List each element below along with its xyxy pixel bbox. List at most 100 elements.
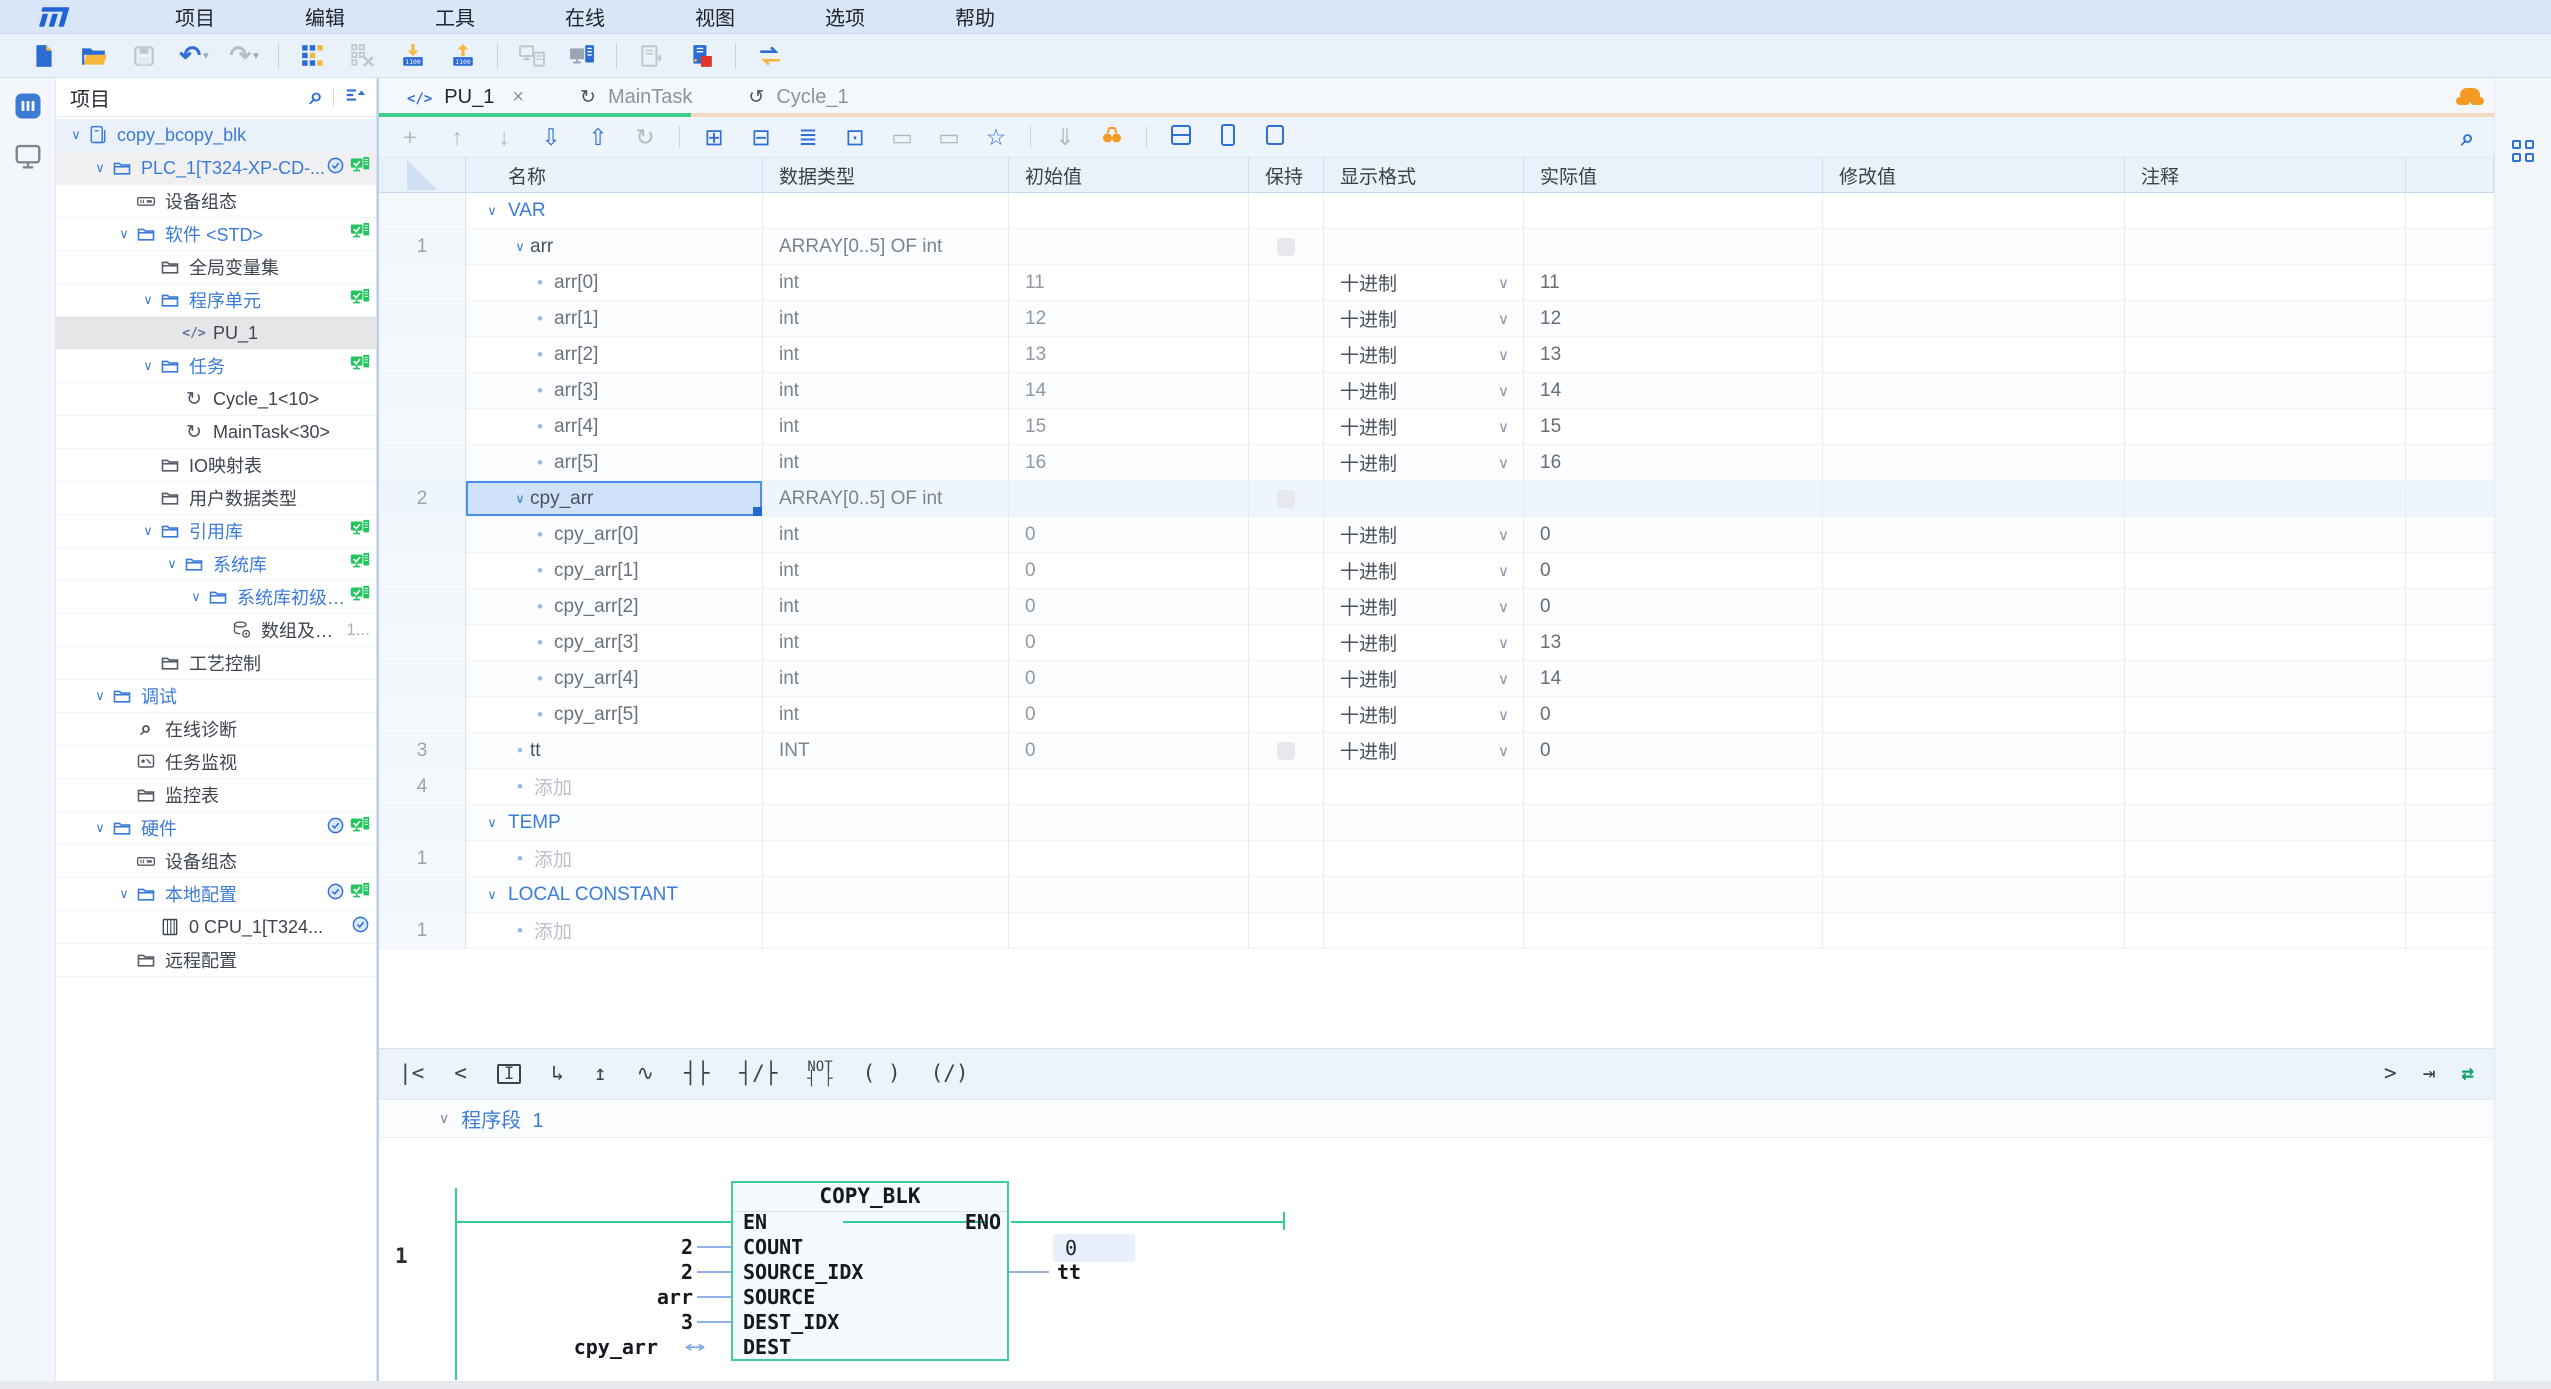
name-cell[interactable]: ∨VAR xyxy=(466,193,763,229)
new-file-icon[interactable] xyxy=(28,40,60,72)
chevron-down-icon[interactable]: ∨ xyxy=(162,556,182,572)
modify-value-cell[interactable] xyxy=(1823,373,2125,409)
name-cell[interactable]: •添加 xyxy=(466,913,763,949)
batch-edit-icon[interactable]: ≣ xyxy=(795,126,821,149)
format-dropdown[interactable]: 十进制∨ xyxy=(1340,593,1523,620)
retain-checkbox[interactable] xyxy=(1277,238,1295,256)
actual-value-cell[interactable]: 12 xyxy=(1524,301,1823,337)
display-format-cell[interactable] xyxy=(1324,841,1524,877)
name-cell[interactable]: •arr[4] xyxy=(466,409,763,445)
display-format-cell[interactable] xyxy=(1324,229,1524,265)
pin-ENO[interactable]: ENO xyxy=(731,1210,1001,1234)
datatype-cell[interactable] xyxy=(763,913,1009,949)
initial-value-cell[interactable]: 11 xyxy=(1009,265,1249,301)
initial-value-cell[interactable] xyxy=(1009,877,1249,913)
format-dropdown[interactable]: 十进制∨ xyxy=(1340,269,1523,296)
operand-DEST_IDX[interactable]: 3 xyxy=(489,1310,693,1334)
insert-block-icon[interactable]: I xyxy=(497,1064,521,1084)
chevron-down-icon[interactable]: ∨ xyxy=(1498,418,1509,436)
initial-value-cell[interactable] xyxy=(1009,913,1249,949)
online-monitor-icon[interactable] xyxy=(566,40,598,72)
device-monitor-icon[interactable] xyxy=(12,140,44,172)
import-file-icon[interactable]: ⇓ xyxy=(1052,126,1078,149)
name-cell[interactable]: •cpy_arr[4] xyxy=(466,661,763,697)
display-format-cell[interactable] xyxy=(1324,193,1524,229)
display-format-cell[interactable]: 十进制∨ xyxy=(1324,409,1524,445)
datatype-cell[interactable] xyxy=(763,193,1009,229)
format-dropdown[interactable]: 十进制∨ xyxy=(1340,701,1523,728)
open-project-icon[interactable] xyxy=(78,40,110,72)
clean-compile-icon[interactable] xyxy=(347,40,379,72)
branch-down-icon[interactable]: ↳ xyxy=(551,1065,564,1083)
contact-not-icon[interactable]: NOT ┤ ├ xyxy=(807,1062,832,1086)
tree-item-任务监视[interactable]: 任务监视 xyxy=(56,746,376,779)
add-variable-icon[interactable]: + xyxy=(397,126,423,149)
comment-cell[interactable] xyxy=(2125,337,2406,373)
initial-value-cell[interactable]: 0 xyxy=(1009,625,1249,661)
chevron-down-icon[interactable]: ∨ xyxy=(138,523,158,539)
row-number[interactable] xyxy=(379,373,466,409)
insert-row-icon[interactable]: ⊞ xyxy=(701,126,727,149)
device-config-icon[interactable] xyxy=(635,40,667,72)
chevron-down-icon[interactable]: ∨ xyxy=(66,127,86,143)
actual-value-cell[interactable]: 0 xyxy=(1524,733,1823,769)
datatype-cell[interactable]: int xyxy=(763,517,1009,553)
name-cell[interactable]: •arr[1] xyxy=(466,301,763,337)
delete-row-icon[interactable]: ⊟ xyxy=(748,126,774,149)
modify-value-cell[interactable] xyxy=(1823,661,2125,697)
datatype-cell[interactable]: INT xyxy=(763,733,1009,769)
modify-value-cell[interactable] xyxy=(1823,193,2125,229)
tree-item-Cycle_1<10>[interactable]: ↻Cycle_1<10> xyxy=(56,383,376,416)
chevron-down-icon[interactable]: ∨ xyxy=(1498,598,1509,616)
row-number[interactable] xyxy=(379,625,466,661)
name-cell[interactable]: •cpy_arr[2] xyxy=(466,589,763,625)
modify-value-cell[interactable] xyxy=(1823,445,2125,481)
tab-MainTask[interactable]: ↻MainTask xyxy=(552,78,720,117)
modify-value-cell[interactable] xyxy=(1823,481,2125,517)
row-number[interactable] xyxy=(379,445,466,481)
initial-value-cell[interactable] xyxy=(1009,805,1249,841)
modify-value-cell[interactable] xyxy=(1823,553,2125,589)
initial-value-cell[interactable]: 14 xyxy=(1009,373,1249,409)
name-cell[interactable]: •cpy_arr[0] xyxy=(466,517,763,553)
actual-value-cell[interactable]: 0 xyxy=(1524,517,1823,553)
initial-value-cell[interactable]: 16 xyxy=(1009,445,1249,481)
chevron-down-icon[interactable]: ∨ xyxy=(1498,670,1509,688)
favorite-icon[interactable]: ☆ xyxy=(983,126,1009,149)
initial-value-cell[interactable] xyxy=(1009,769,1249,805)
comment-monitor-icon[interactable]: ⊡ xyxy=(842,126,868,149)
move-up-icon[interactable]: ↑ xyxy=(444,126,470,149)
split-vertical-icon[interactable] xyxy=(1215,123,1241,151)
display-format-cell[interactable]: 十进制∨ xyxy=(1324,337,1524,373)
row-number[interactable] xyxy=(379,805,466,841)
tree-item-系统库[interactable]: ∨系统库 xyxy=(56,548,376,581)
row-number[interactable] xyxy=(379,661,466,697)
name-cell[interactable]: ∨arr xyxy=(466,229,763,265)
save-icon[interactable] xyxy=(128,40,160,72)
row-number[interactable] xyxy=(379,517,466,553)
actual-value-cell[interactable]: 13 xyxy=(1524,337,1823,373)
tree-item-调试[interactable]: ∨调试 xyxy=(56,680,376,713)
datatype-cell[interactable]: int xyxy=(763,265,1009,301)
operand-SOURCE_IDX[interactable]: 2 xyxy=(489,1260,693,1284)
connect-device-icon[interactable] xyxy=(516,40,548,72)
row-number[interactable] xyxy=(379,301,466,337)
edge-detect-icon[interactable]: ∿ xyxy=(637,1065,655,1083)
comment-add-icon[interactable]: ▭ xyxy=(889,126,915,149)
modify-value-cell[interactable] xyxy=(1823,841,2125,877)
coil-icon[interactable]: ( ) xyxy=(863,1065,901,1083)
tree-item-监控表[interactable]: 监控表 xyxy=(56,779,376,812)
modify-value-cell[interactable] xyxy=(1823,589,2125,625)
format-dropdown[interactable]: 十进制∨ xyxy=(1340,341,1523,368)
row-number[interactable]: 3 xyxy=(379,733,466,769)
goto-first-icon[interactable]: |< xyxy=(399,1065,424,1083)
actual-value-cell[interactable]: 14 xyxy=(1524,373,1823,409)
chevron-down-icon[interactable]: ∨ xyxy=(482,815,502,831)
step-forward-icon[interactable]: > xyxy=(2384,1065,2397,1083)
actual-value-cell[interactable]: 0 xyxy=(1524,553,1823,589)
chevron-down-icon[interactable]: ∨ xyxy=(1498,382,1509,400)
maximize-panel-icon[interactable] xyxy=(1262,123,1288,151)
retain-checkbox[interactable] xyxy=(1277,742,1295,760)
comment-cell[interactable] xyxy=(2125,445,2406,481)
contact-no-icon[interactable]: ┤├ xyxy=(684,1065,709,1083)
